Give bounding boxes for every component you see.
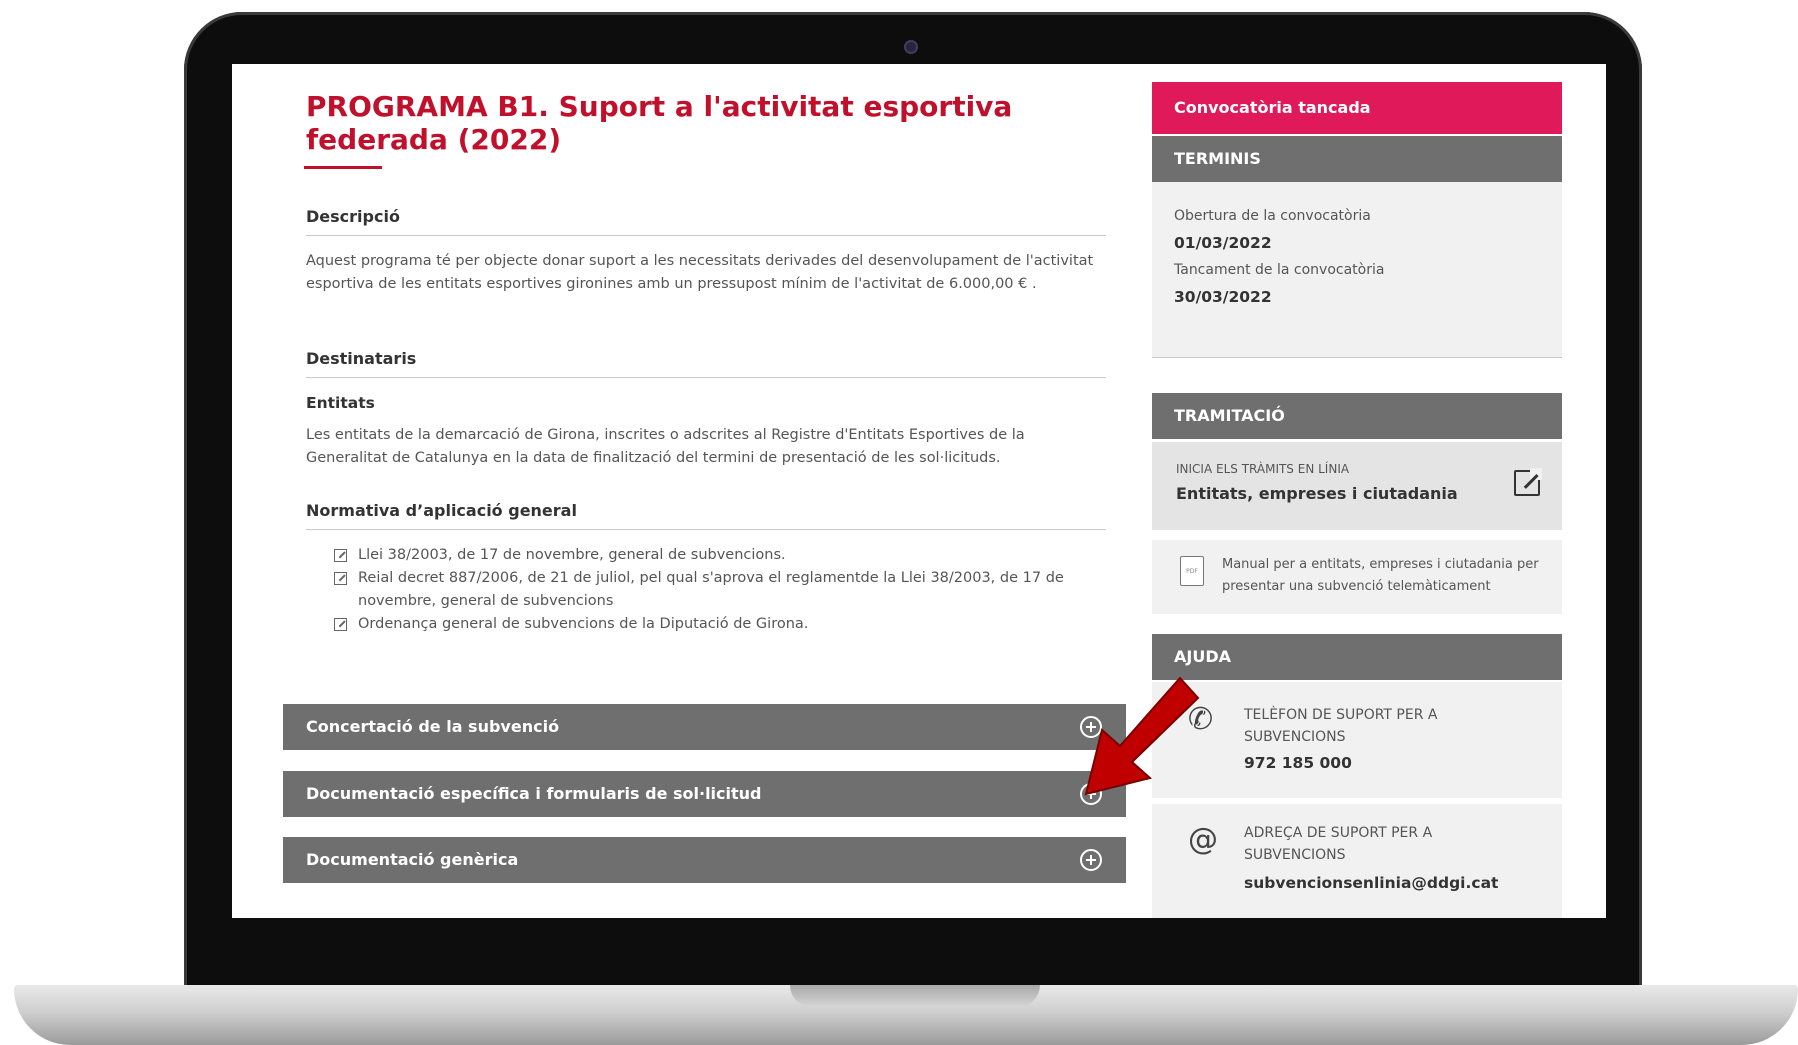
tramitacio-link[interactable]: INICIA ELS TRÀMITS EN LÍNIA Entitats, em… [1152,442,1562,530]
pdf-file-icon: PDF [1180,556,1204,586]
at-sign-icon: @ [1188,822,1218,857]
camera-icon [904,40,918,54]
external-link-icon[interactable] [1514,468,1542,496]
open-date: 01/03/2022 [1174,234,1272,252]
laptop-notch [790,985,1040,1007]
tramitacio-link-label[interactable]: Entitats, empreses i ciutadania [1176,484,1458,503]
accordion-label: Concertació de la subvenció [306,717,560,736]
external-link-icon [334,618,347,631]
terminis-panel: Obertura de la convocatòria 01/03/2022 T… [1152,182,1562,358]
normativa-item-label[interactable]: Ordenança general de subvencions de la D… [358,616,808,632]
manual-text[interactable]: Manual per a entitats, empreses i ciutad… [1222,554,1542,598]
red-arrow-annotation [1084,676,1200,796]
email-value[interactable]: subvencionsenlinia@ddgi.cat [1244,874,1498,892]
accordion-documentacio-generica[interactable]: Documentació genèrica [283,837,1126,883]
tramitacio-header: TRAMITACIÓ [1152,393,1562,439]
destinataris-subheading: Entitats [306,394,375,412]
accordion-label: Documentació específica i formularis de … [306,784,762,803]
terminis-header: TERMINIS [1152,136,1562,182]
tramitacio-small-label: INICIA ELS TRÀMITS EN LÍNIA [1176,462,1350,476]
destinataris-heading: Destinataris [306,348,1106,378]
destinataris-text: Les entitats de la demarcació de Girona,… [306,427,1025,466]
email-panel: @ ADREÇA DE SUPORT PER A SUBVENCIONS sub… [1152,804,1562,918]
normativa-heading: Normativa d’aplicació general [306,500,1106,530]
close-label: Tancament de la convocatòria [1174,262,1385,278]
email-label: ADREÇA DE SUPORT PER A SUBVENCIONS [1244,825,1433,863]
plus-circle-icon[interactable] [1080,849,1102,871]
normativa-item-label[interactable]: Llei 38/2003, de 17 de novembre, general… [358,547,786,563]
normativa-item[interactable]: Llei 38/2003, de 17 de novembre, general… [334,544,1114,567]
close-date: 30/03/2022 [1174,288,1272,306]
normativa-item[interactable]: Ordenança general de subvencions de la D… [334,613,1114,636]
normativa-list: Llei 38/2003, de 17 de novembre, general… [334,544,1114,636]
status-badge: Convocatòria tancada [1152,82,1562,134]
title-underline [304,166,382,169]
accordion-concertacio[interactable]: Concertació de la subvenció [283,704,1126,750]
accordion-label: Documentació genèrica [306,850,519,869]
open-label: Obertura de la convocatòria [1174,208,1371,224]
manual-link[interactable]: PDF Manual per a entitats, empreses i ci… [1152,540,1562,614]
phone-panel: ✆ TELÈFON DE SUPORT PER A SUBVENCIONS 97… [1152,682,1562,798]
page-title: PROGRAMA B1. Suport a l'activitat esport… [306,90,1013,156]
descripcio-heading: Descripció [306,206,1106,236]
accordion-documentacio-especifica[interactable]: Documentació específica i formularis de … [283,771,1126,817]
ajuda-header: AJUDA [1152,634,1562,680]
phone-value[interactable]: 972 185 000 [1244,754,1352,772]
screen: PROGRAMA B1. Suport a l'activitat esport… [232,64,1606,918]
external-link-icon [334,572,347,585]
normativa-item[interactable]: Reial decret 887/2006, de 21 de juliol, … [334,567,1114,613]
normativa-item-label[interactable]: Reial decret 887/2006, de 21 de juliol, … [358,570,1064,609]
phone-label: TELÈFON DE SUPORT PER A SUBVENCIONS [1244,707,1438,745]
descripcio-text: Aquest programa té per objecte donar sup… [306,253,1094,292]
external-link-icon [334,549,347,562]
